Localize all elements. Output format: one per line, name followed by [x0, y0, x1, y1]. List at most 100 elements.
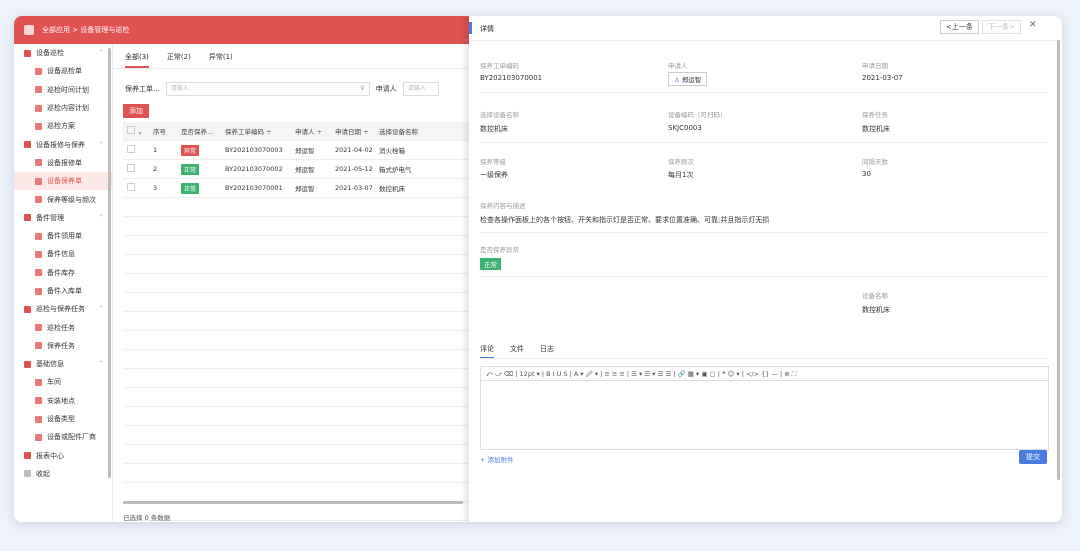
divider	[480, 142, 1048, 143]
add-attachment-link[interactable]: + 添加附件	[480, 454, 514, 464]
sidebar-scrollbar[interactable]	[108, 48, 111, 478]
column-header-status[interactable]: 是否保养...	[177, 122, 221, 141]
sidebar-group[interactable]: 备件管理 ^	[14, 209, 112, 227]
editor-toolbar[interactable]: ⤺ ⤻ ⌫ | 12pt ▾ | B I U S | A ▾ 🖉 ▾ | ≡ ≡…	[481, 367, 1048, 381]
menu-icon	[35, 232, 42, 240]
row-device: 箱式炉电气	[375, 159, 470, 179]
drawer-scrollbar[interactable]	[1057, 40, 1060, 480]
column-header-no[interactable]: 序号	[149, 122, 177, 141]
table-row[interactable]: 1 异常 BY202103070003 郑运智 2021-04-02 消火栓箱	[123, 140, 470, 160]
sidebar-group[interactable]: 基础信息 ^	[14, 355, 112, 373]
menu-icon	[24, 305, 31, 313]
sidebar-item[interactable]: 巡检内容计划	[14, 99, 112, 117]
empty-table-row	[123, 425, 470, 445]
select-all-checkbox[interactable]: ⌄	[123, 122, 149, 141]
menu-icon	[35, 397, 42, 405]
collapse-sidebar-button[interactable]: 收起	[14, 465, 112, 483]
frequency-label: 保养频次	[668, 158, 694, 166]
empty-cell	[177, 311, 221, 331]
close-icon[interactable]: ✕	[1029, 20, 1037, 30]
task-value: 数控机床	[862, 125, 890, 133]
table-row[interactable]: 2 正常 BY202103070002 郑运智 2021-05-12 箱式炉电气	[123, 159, 470, 179]
chevron-up-icon[interactable]: ^	[98, 141, 104, 149]
sidebar-item-label: 备件管理	[36, 213, 64, 222]
tab-files[interactable]: 文件	[510, 344, 524, 359]
chevron-up-icon[interactable]: ^	[98, 49, 104, 57]
row-checkbox[interactable]	[123, 159, 149, 179]
empty-cell	[123, 482, 149, 502]
tab-abnormal[interactable]: 异常(1)	[209, 52, 233, 68]
sidebar-item[interactable]: 设备巡检单	[14, 62, 112, 80]
sidebar-item[interactable]: 巡检任务	[14, 318, 112, 336]
sidebar-item[interactable]: 巡检时间计划	[14, 81, 112, 99]
next-record-button[interactable]: 下一条>	[982, 20, 1021, 34]
row-checkbox[interactable]	[123, 140, 149, 160]
sidebar-item[interactable]: 车间	[14, 373, 112, 391]
sidebar-item[interactable]: 备件库存	[14, 264, 112, 282]
empty-cell	[375, 216, 470, 236]
row-device: 数控机床	[375, 178, 470, 198]
sidebar-item[interactable]: 设备类型	[14, 410, 112, 428]
column-header-date[interactable]: 申请日期 ÷	[331, 122, 375, 141]
empty-cell	[375, 501, 470, 521]
grade-label: 保养等级	[480, 158, 506, 166]
sidebar-item[interactable]: 备件信息	[14, 245, 112, 263]
sidebar-item[interactable]: 设备报修单	[14, 154, 112, 172]
column-header-device[interactable]: 选择设备名称	[375, 122, 470, 141]
empty-cell	[123, 444, 149, 464]
abnormal-label: 是否保养异常	[480, 246, 519, 254]
order-code-search-input[interactable]: 请输入 ⚲	[165, 82, 370, 96]
sidebar-item[interactable]: 设备或配件厂商	[14, 428, 112, 446]
empty-cell	[149, 349, 177, 369]
sidebar-item[interactable]: 设备保养单	[14, 172, 112, 191]
previous-record-button[interactable]: <上一条	[940, 20, 979, 34]
sidebar-item[interactable]: 安装地点	[14, 392, 112, 410]
search-icon[interactable]: ⚲	[360, 83, 364, 95]
sidebar-item[interactable]: 备件入库单	[14, 282, 112, 300]
row-code: BY202103070002	[221, 159, 291, 179]
breadcrumb[interactable]: 全部应用 > 设备管理与巡检	[42, 25, 129, 35]
empty-cell	[177, 368, 221, 388]
empty-cell	[123, 387, 149, 407]
empty-cell	[291, 425, 331, 445]
search-placeholder: 请输入	[170, 85, 189, 92]
sidebar-group[interactable]: 巡检与保养任务 ^	[14, 300, 112, 318]
title-accent-bar	[469, 22, 472, 34]
tab-comments[interactable]: 评论	[480, 344, 494, 359]
app-logo-icon[interactable]	[24, 25, 34, 35]
column-header-applicant[interactable]: 申请人 ÷	[291, 122, 331, 141]
comment-editor[interactable]: ⤺ ⤻ ⌫ | 12pt ▾ | B I U S | A ▾ 🖉 ▾ | ≡ ≡…	[480, 366, 1049, 450]
sidebar-item-label: 基础信息	[36, 360, 64, 369]
sidebar-item[interactable]: 巡检方案	[14, 117, 112, 135]
empty-cell	[331, 197, 375, 217]
chevron-up-icon[interactable]: ^	[98, 305, 104, 313]
menu-icon	[35, 104, 42, 112]
empty-cell	[291, 482, 331, 502]
empty-cell	[177, 349, 221, 369]
sidebar-item[interactable]: 保养等级与频次	[14, 190, 112, 208]
sidebar-group[interactable]: 设备报修与保养 ^	[14, 135, 112, 153]
table-row[interactable]: 3 正常 BY202103070001 郑运智 2021-03-07 数控机床	[123, 178, 470, 198]
tab-all[interactable]: 全部(3)	[125, 52, 149, 68]
add-button[interactable]: 添加	[123, 104, 149, 118]
sidebar-item[interactable]: 保养任务	[14, 337, 112, 355]
tab-normal[interactable]: 正常(2)	[167, 52, 191, 68]
submit-button[interactable]: 提交	[1019, 450, 1047, 464]
content-label: 保养内容与描述	[480, 202, 526, 210]
table-horizontal-scrollbar[interactable]	[123, 501, 463, 504]
empty-cell	[331, 292, 375, 312]
menu-icon	[35, 67, 42, 75]
chevron-up-icon[interactable]: ^	[98, 360, 104, 368]
column-header-code[interactable]: 保养工单编码 ÷	[221, 122, 291, 141]
sidebar-item[interactable]: 备件领用单	[14, 227, 112, 245]
applicant-tag[interactable]: ♙ 郑运智	[668, 72, 708, 86]
sidebar-item-label: 保养任务	[47, 341, 75, 350]
tab-logs[interactable]: 日志	[540, 344, 554, 359]
row-code: BY202103070001	[221, 178, 291, 198]
chevron-up-icon[interactable]: ^	[98, 214, 104, 222]
sidebar-group[interactable]: 报表中心	[14, 447, 112, 465]
applicant-search-input[interactable]: 请输入	[402, 82, 439, 96]
sidebar-group[interactable]: 设备巡检 ^	[14, 44, 112, 62]
row-checkbox[interactable]	[123, 178, 149, 198]
empty-cell	[149, 273, 177, 293]
